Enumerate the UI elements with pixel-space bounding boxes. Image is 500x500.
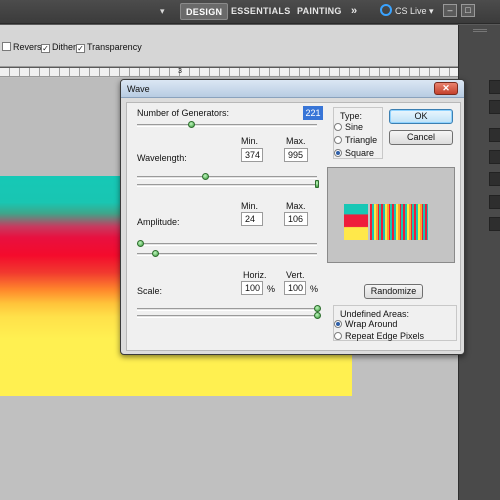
wrap-around-radio[interactable]: Wrap Around xyxy=(334,319,397,329)
transparency-label: Transparency xyxy=(87,42,142,52)
scale-horiz-unit: % xyxy=(267,284,276,294)
repeat-edge-pixels-radio[interactable]: Repeat Edge Pixels xyxy=(334,331,424,341)
dialog-body: Number of Generators: 221 Type: Sine Tri… xyxy=(126,102,461,351)
amplitude-max-input[interactable]: 106 xyxy=(284,212,308,226)
amplitude-max-slider-knob[interactable] xyxy=(151,250,159,257)
wavelength-max-slider-track[interactable] xyxy=(137,184,317,187)
radio-indicator-selected[interactable] xyxy=(334,320,342,328)
type-group: Type: Sine Triangle Square xyxy=(333,107,383,159)
dither-option[interactable]: ✓ Dither xyxy=(41,41,76,53)
panel-icon[interactable] xyxy=(489,128,500,142)
scale-horiz-header: Horiz. xyxy=(243,270,267,280)
type-sine-radio[interactable]: Sine xyxy=(334,122,363,132)
type-triangle-radio[interactable]: Triangle xyxy=(334,135,377,145)
type-square-label: Square xyxy=(345,148,375,158)
horizontal-ruler: 3 xyxy=(0,68,458,77)
reverse-option[interactable]: Reverse xyxy=(2,41,47,53)
radio-indicator-selected[interactable] xyxy=(334,149,342,157)
wavelength-max-header: Max. xyxy=(286,136,306,146)
close-icon[interactable]: ✕ xyxy=(434,82,458,95)
randomize-button[interactable]: Randomize xyxy=(364,284,423,299)
scale-vert-header: Vert. xyxy=(286,270,305,280)
wavelength-min-slider-track[interactable] xyxy=(137,176,317,179)
generators-slider-knob[interactable] xyxy=(187,121,195,128)
ruler-tick-label: 3 xyxy=(178,68,182,75)
cs-live-label: CS Live ▾ xyxy=(395,6,434,16)
wavelength-label: Wavelength: xyxy=(137,153,187,163)
radio-indicator[interactable] xyxy=(334,136,342,144)
dialog-title: Wave xyxy=(121,80,464,98)
more-workspaces-button[interactable]: » xyxy=(351,3,357,20)
workspace-design-button[interactable]: DESIGN xyxy=(180,3,229,20)
scale-horiz-slider-track[interactable] xyxy=(137,308,317,311)
scale-label: Scale: xyxy=(137,286,163,296)
wavelength-max-input[interactable]: 995 xyxy=(284,148,308,162)
undefined-areas-group: Undefined Areas: Wrap Around Repeat Edge… xyxy=(333,305,457,341)
wrap-around-label: Wrap Around xyxy=(345,319,398,329)
transparency-option[interactable]: ✓ Transparency xyxy=(76,41,142,53)
generators-label: Number of Generators: xyxy=(137,108,230,118)
panel-icon[interactable] xyxy=(489,150,500,164)
scale-horiz-input[interactable]: 100 xyxy=(241,281,263,295)
scale-horiz-slider-knob[interactable] xyxy=(313,305,321,312)
cs-live-icon xyxy=(380,4,392,16)
wave-dialog: Wave ✕ Number of Generators: 221 Type: S… xyxy=(120,79,465,355)
amplitude-label: Amplitude: xyxy=(137,217,180,227)
dither-checkbox[interactable]: ✓ xyxy=(41,44,50,53)
reverse-checkbox[interactable] xyxy=(2,42,11,51)
tool-options-bar: Reverse ✓ Dither ✓ Transparency xyxy=(0,25,458,67)
workspace-essentials-button[interactable]: ESSENTIALS xyxy=(231,3,291,20)
scale-vert-input[interactable]: 100 xyxy=(284,281,306,295)
amplitude-min-input[interactable]: 24 xyxy=(241,212,263,226)
preview-distorted-swatch xyxy=(370,204,428,240)
panel-icon[interactable] xyxy=(489,80,500,94)
wavelength-min-slider-knob[interactable] xyxy=(201,173,209,180)
amplitude-max-header: Max. xyxy=(286,201,306,211)
dither-label: Dither xyxy=(52,42,77,52)
panel-icon[interactable] xyxy=(489,172,500,186)
wavelength-max-slider-knob[interactable] xyxy=(315,180,319,188)
cancel-button[interactable]: Cancel xyxy=(389,130,453,145)
scale-vert-slider-track[interactable] xyxy=(137,315,317,318)
type-sine-label: Sine xyxy=(345,122,364,132)
generators-slider-track[interactable] xyxy=(137,124,317,127)
panel-icon[interactable] xyxy=(489,100,500,114)
radio-indicator[interactable] xyxy=(334,123,342,131)
panel-icon[interactable] xyxy=(489,195,500,209)
scale-vert-slider-knob[interactable] xyxy=(313,312,321,319)
type-triangle-label: Triangle xyxy=(345,135,378,145)
minimize-button[interactable]: – xyxy=(443,4,457,17)
wavelength-min-input[interactable]: 374 xyxy=(241,148,263,162)
panel-grip[interactable] xyxy=(473,29,487,32)
layers-panel-icon[interactable] xyxy=(489,217,500,231)
repeat-edge-pixels-label: Repeat Edge Pixels xyxy=(345,331,425,341)
maximize-button[interactable]: □ xyxy=(461,4,475,17)
workspace-painting-button[interactable]: PAINTING xyxy=(297,3,342,20)
radio-indicator[interactable] xyxy=(334,332,342,340)
wave-preview xyxy=(327,167,455,263)
generators-input[interactable]: 221 xyxy=(303,106,323,120)
cs-live-button[interactable]: CS Live ▾ xyxy=(380,3,434,20)
type-square-radio[interactable]: Square xyxy=(334,148,374,158)
scale-vert-unit: % xyxy=(310,284,319,294)
amplitude-min-header: Min. xyxy=(241,201,259,211)
amplitude-max-slider-track[interactable] xyxy=(137,253,317,256)
app-menu-bar: ▾ DESIGN ESSENTIALS PAINTING » CS Live ▾… xyxy=(0,0,500,24)
amplitude-min-slider-track[interactable] xyxy=(137,243,317,246)
type-label: Type: xyxy=(340,111,363,121)
wavelength-min-header: Min. xyxy=(241,136,259,146)
ok-button[interactable]: OK xyxy=(389,109,453,124)
undefined-areas-label: Undefined Areas: xyxy=(340,309,410,319)
transparency-checkbox[interactable]: ✓ xyxy=(76,44,85,53)
preview-original-swatch xyxy=(344,204,368,240)
workspace-dropdown-caret[interactable]: ▾ xyxy=(160,6,165,17)
